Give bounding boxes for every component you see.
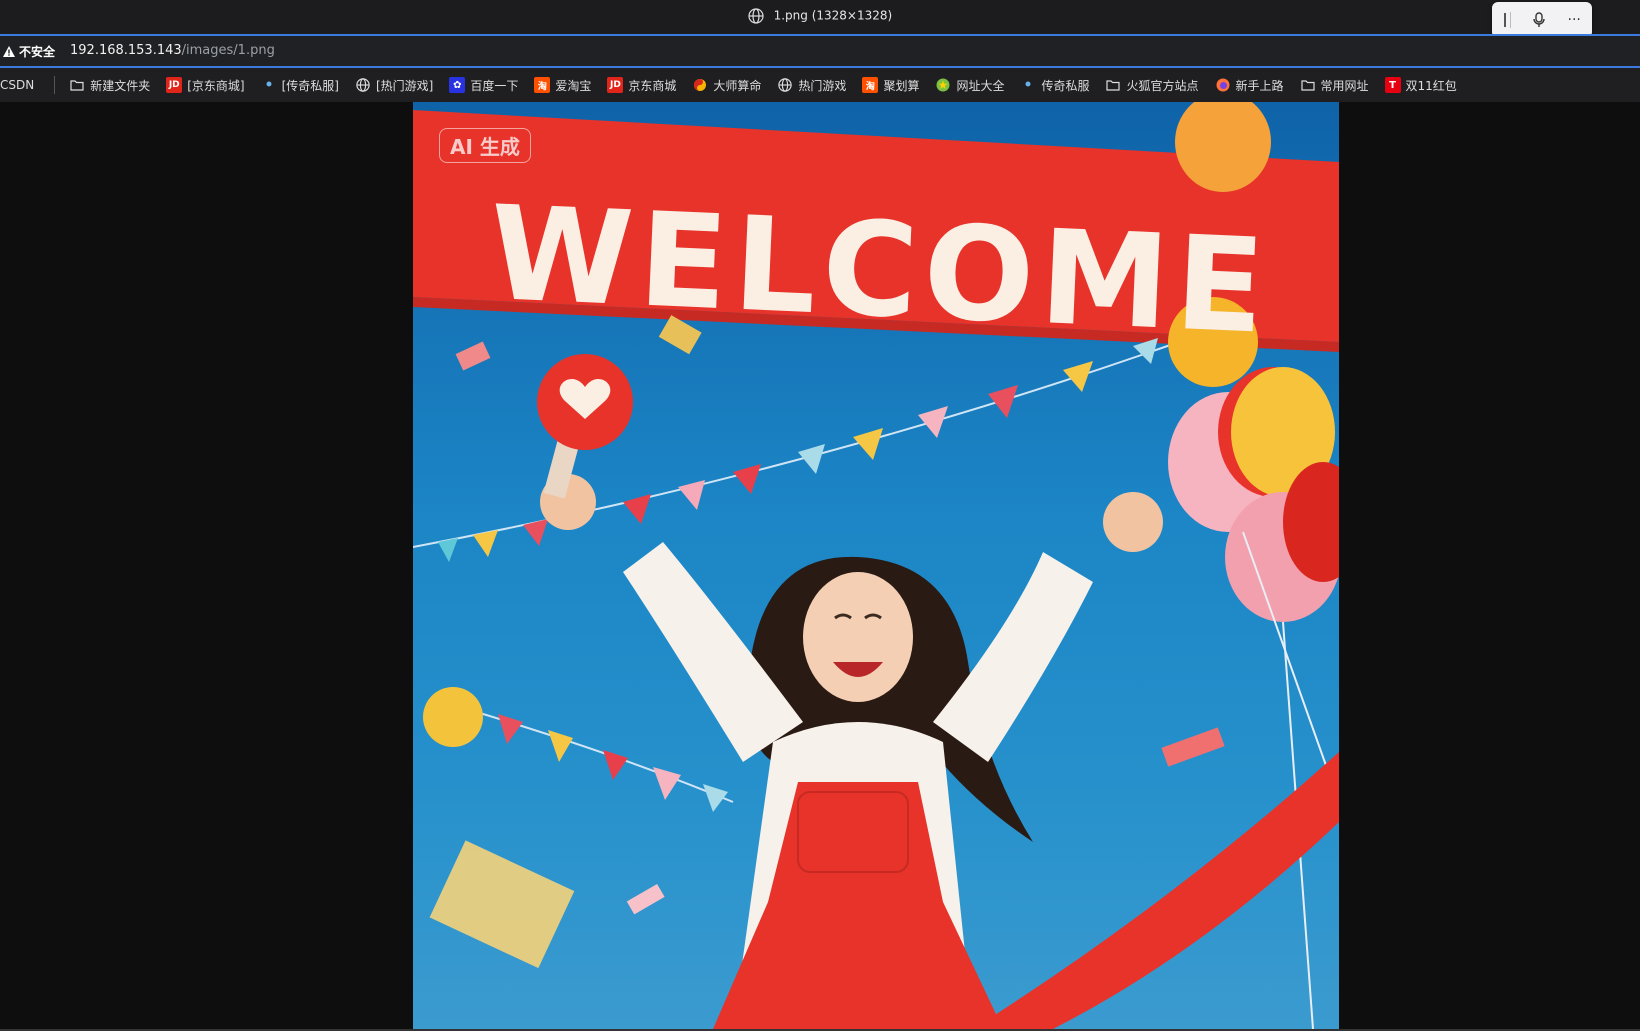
bookmark-label: 大师算命 <box>713 78 762 93</box>
bookmark-aitaobao[interactable]: 淘 爱淘宝 <box>534 77 591 94</box>
bookmarks-bar: CSDN 新建文件夹 JD [京东商城] [传奇私服] [热门游戏] ✿ 百度一… <box>0 68 1640 102</box>
taobao-icon: 淘 <box>534 77 551 93</box>
bookmark-label: 热门游戏 <box>798 78 847 93</box>
jd-icon: JD <box>166 77 183 93</box>
bookmark-label: [京东商城] <box>187 78 245 93</box>
bookmark-url-directory[interactable]: 网址大全 <box>935 77 1004 94</box>
more-button[interactable]: ··· <box>1556 5 1592 35</box>
bookmarks-divider <box>54 76 56 94</box>
bookmark-label: 爱淘宝 <box>555 78 592 93</box>
bookmark-label: 新建文件夹 <box>90 78 151 93</box>
warning-icon <box>3 46 15 57</box>
star-icon <box>935 77 951 93</box>
bookmark-csdn[interactable]: CSDN <box>0 78 34 92</box>
displayed-image[interactable]: AI 生成 WELCOME <box>413 102 1339 1029</box>
drag-handle-icon[interactable] <box>1500 12 1511 28</box>
bookmark-label: 京东商城 <box>628 78 677 93</box>
firefox-icon <box>1215 77 1231 93</box>
bookmark-baidu[interactable]: ✿ 百度一下 <box>449 77 518 94</box>
bookmark-firefox-official[interactable]: 火狐官方站点 <box>1105 77 1199 94</box>
microphone-icon <box>1532 12 1545 27</box>
bookmark-label: 网址大全 <box>956 78 1005 93</box>
url-path: /images/1.png <box>181 43 275 58</box>
folder-icon <box>1105 77 1121 93</box>
microphone-button[interactable] <box>1521 5 1557 35</box>
tmall-icon: T <box>1384 77 1401 93</box>
more-icon: ··· <box>1567 12 1581 28</box>
url-field[interactable]: 192.168.153.143/images/1.png <box>70 43 275 58</box>
globe-icon <box>777 77 793 93</box>
floating-toolbar: ··· <box>1492 2 1592 38</box>
security-indicator[interactable]: 不安全 <box>3 43 55 60</box>
baidu-icon: ✿ <box>449 77 466 93</box>
bookmark-jd-bracket[interactable]: JD [京东商城] <box>166 77 245 94</box>
globe-icon <box>748 8 764 24</box>
image-viewer: AI 生成 WELCOME <box>0 102 1640 1029</box>
ai-generated-badge: AI 生成 <box>439 128 531 163</box>
bookmark-label: CSDN <box>0 78 35 92</box>
dot-icon <box>265 81 273 89</box>
dot-icon <box>1024 81 1032 89</box>
bookmark-games-bracket[interactable]: [热门游戏] <box>355 77 433 94</box>
bookmark-label: 百度一下 <box>470 78 519 93</box>
bookmark-label: 聚划算 <box>883 78 920 93</box>
taichi-icon <box>692 77 708 93</box>
bookmark-label: [热门游戏] <box>375 78 434 93</box>
folder-icon <box>69 77 85 93</box>
jd-icon: JD <box>607 77 624 93</box>
folder-icon <box>1300 77 1316 93</box>
bookmark-chuanqi-bracket[interactable]: [传奇私服] <box>261 77 339 94</box>
tab-title: 1.png (1328×1328) <box>0 8 1640 24</box>
address-bar[interactable]: 不安全 192.168.153.143/images/1.png <box>0 34 1640 68</box>
bookmark-getting-started[interactable]: 新手上路 <box>1215 77 1284 94</box>
security-label: 不安全 <box>19 45 56 59</box>
title-bar: 1.png (1328×1328) ··· <box>0 0 1640 38</box>
bookmark-label: 传奇私服 <box>1041 78 1090 93</box>
bookmark-label: 双11红包 <box>1405 78 1457 93</box>
bookmark-label: 火狐官方站点 <box>1126 78 1199 93</box>
globe-icon <box>355 77 371 93</box>
bookmark-chuanqi[interactable]: 传奇私服 <box>1020 77 1089 94</box>
bookmark-label: 常用网址 <box>1320 78 1369 93</box>
url-host: 192.168.153.143 <box>70 43 182 58</box>
tab-title-text: 1.png (1328×1328) <box>773 8 893 23</box>
bookmark-label: [传奇私服] <box>281 78 339 93</box>
bookmark-juhuasuan[interactable]: 淘 聚划算 <box>862 77 919 94</box>
taobao-icon: 淘 <box>862 77 879 93</box>
bookmark-common-sites[interactable]: 常用网址 <box>1300 77 1369 94</box>
bookmark-jd[interactable]: JD 京东商城 <box>607 77 676 94</box>
bookmark-new-folder[interactable]: 新建文件夹 <box>69 77 150 94</box>
bookmark-fortune[interactable]: 大师算命 <box>692 77 761 94</box>
bookmark-label: 新手上路 <box>1235 78 1284 93</box>
bookmark-double11[interactable]: T 双11红包 <box>1384 77 1457 94</box>
bookmark-games[interactable]: 热门游戏 <box>777 77 846 94</box>
